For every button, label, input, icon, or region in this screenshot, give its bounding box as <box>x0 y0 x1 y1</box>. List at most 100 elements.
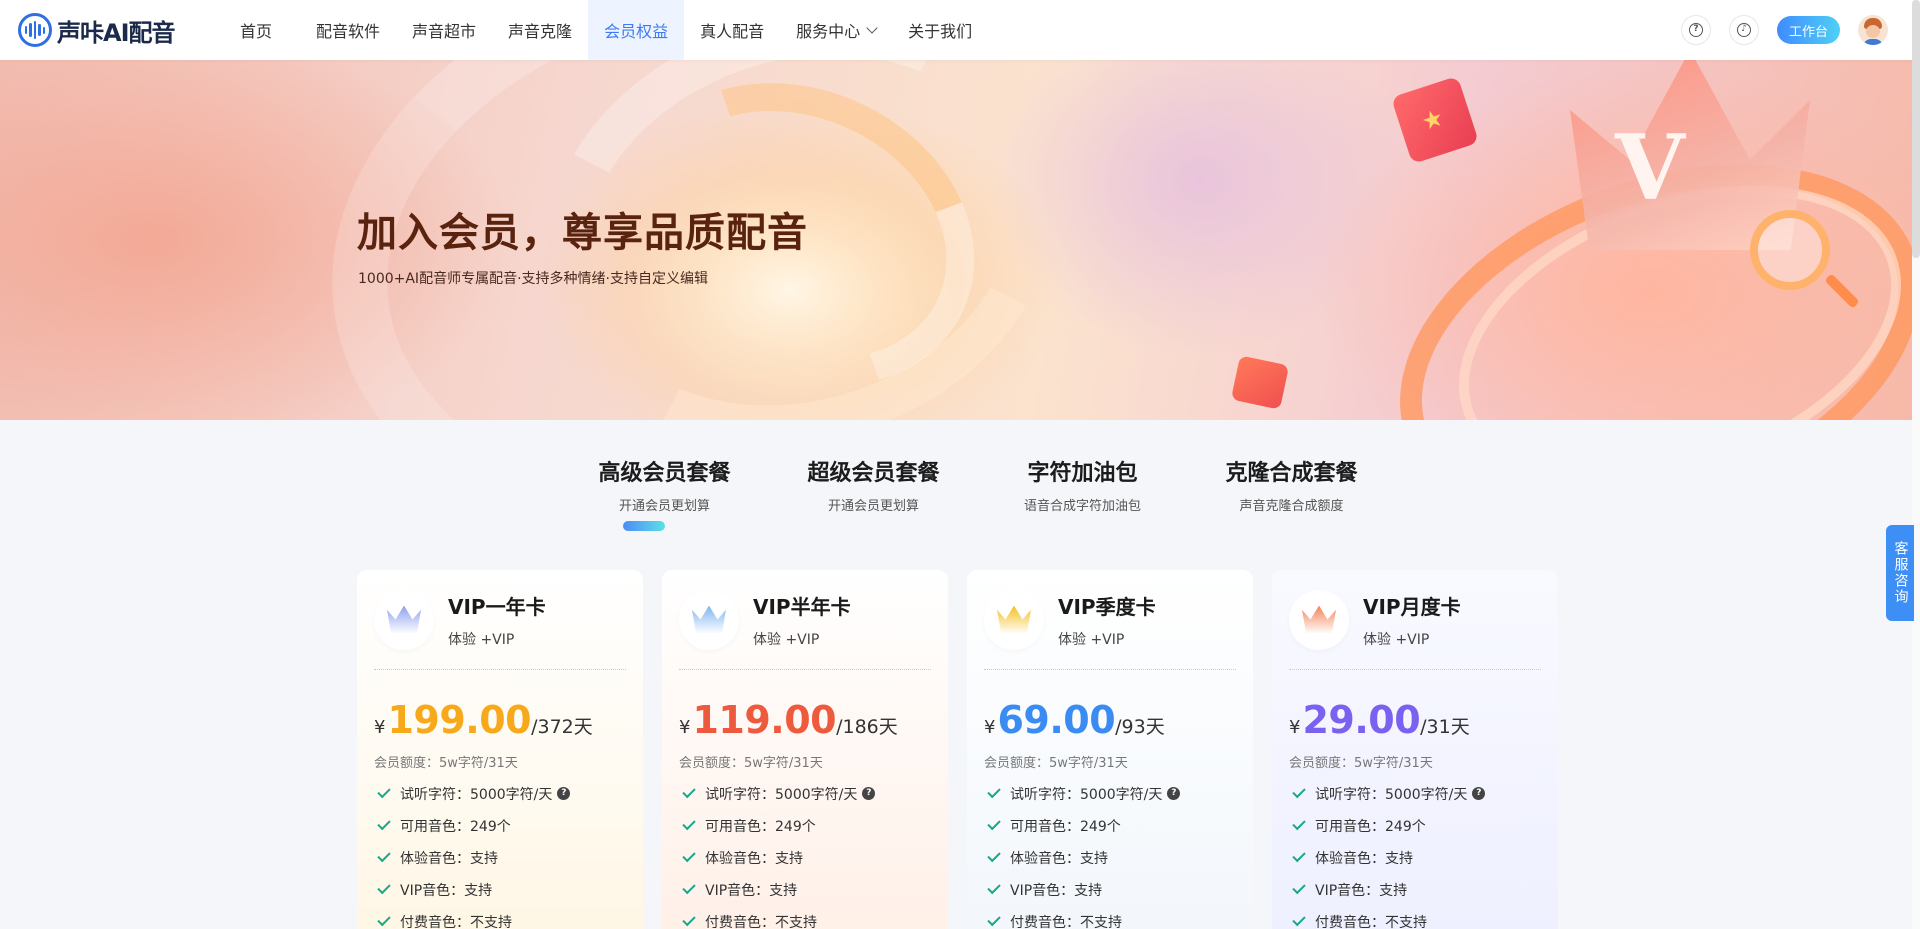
price-amount: 199.00 <box>387 698 532 742</box>
feature-item: 体验音色：支持 <box>374 848 626 867</box>
tab-title: 超级会员套餐 <box>807 461 940 486</box>
crown-icon <box>374 589 434 650</box>
hero-title: 加入会员，尊享品质配音 <box>357 210 808 256</box>
tab-clone-synthesis[interactable]: 克隆合成套餐 声音克隆合成额度 <box>1187 455 1396 514</box>
check-icon <box>377 816 391 831</box>
chevron-down-icon <box>866 22 878 34</box>
price-period: /31天 <box>1420 716 1470 738</box>
check-icon <box>987 912 1001 927</box>
nav-item-service-center[interactable]: 服务中心 <box>780 0 892 60</box>
nav-item-about-us[interactable]: 关于我们 <box>892 0 988 60</box>
check-icon <box>987 816 1001 831</box>
tab-subtitle: 开通会员更划算 <box>618 499 710 514</box>
service-label: 客服咨询 <box>1892 541 1909 605</box>
check-icon <box>1292 912 1306 927</box>
gift-box-icon <box>1230 355 1290 410</box>
question-icon: ? <box>1688 23 1703 37</box>
plan-card-vip-quarterly[interactable]: VIP季度卡 体验 +VIP ¥ 69.00 /93天 会员额度：5w字符/31… <box>967 570 1253 929</box>
feature-item: 可用音色：249个 <box>984 816 1236 835</box>
plan-card-vip-half-year[interactable]: VIP半年卡 体验 +VIP ¥ 119.00 /186天 会员额度：5w字符/… <box>662 570 948 929</box>
nav-item-voice-market[interactable]: 声音超市 <box>396 0 492 60</box>
feature-item: VIP音色：支持 <box>984 880 1236 899</box>
feature-label: 体验音色：支持 <box>705 850 803 867</box>
feature-label: 付费音色：不支持 <box>1010 914 1122 929</box>
plan-tabs: 高级会员套餐 开通会员更划算 超级会员套餐 开通会员更划算 字符加油包 语音合成… <box>560 455 1396 531</box>
feature-item: 体验音色：支持 <box>984 848 1236 867</box>
feature-item: VIP音色：支持 <box>374 880 626 899</box>
check-icon <box>1292 816 1306 831</box>
help-button[interactable]: ? <box>1680 15 1711 45</box>
plan-name: VIP月度卡 <box>1363 594 1461 619</box>
check-icon <box>1292 848 1306 863</box>
feature-item: 试听字符：5000字符/天? <box>679 784 931 803</box>
currency-symbol: ¥ <box>1289 717 1301 738</box>
price-period: /93天 <box>1115 716 1165 738</box>
price-period: /372天 <box>531 716 593 738</box>
nav-label: 关于我们 <box>908 22 973 41</box>
hero-v-illustration: V <box>1615 115 1685 221</box>
feature-label: 试听字符：5000字符/天 <box>705 786 858 803</box>
check-icon <box>682 848 696 863</box>
check-icon <box>682 784 696 799</box>
price-amount: 69.00 <box>997 698 1116 742</box>
customer-service-button[interactable]: 客服咨询 <box>1886 525 1914 621</box>
currency-symbol: ¥ <box>374 717 386 738</box>
plan-desc: 体验 +VIP <box>1363 631 1430 648</box>
scrollbar-thumb[interactable] <box>1912 0 1920 258</box>
feature-item: 付费音色：不支持 <box>374 912 626 929</box>
crown-shape <box>387 605 421 634</box>
price-row: ¥ 69.00 /93天 <box>984 698 1236 742</box>
currency-symbol: ¥ <box>984 717 996 738</box>
nav-item-membership[interactable]: 会员权益 <box>588 0 685 60</box>
question-icon[interactable]: ? <box>1472 787 1486 800</box>
douyin-button[interactable]: ♪ <box>1728 15 1759 45</box>
plan-name: VIP季度卡 <box>1058 594 1156 619</box>
question-icon[interactable]: ? <box>1167 787 1181 800</box>
nav-label: 声音克隆 <box>508 22 573 41</box>
feature-item: 付费音色：不支持 <box>1289 912 1541 929</box>
nav-item-home[interactable]: 首页 <box>224 0 290 60</box>
tab-subtitle: 声音克隆合成额度 <box>1239 499 1344 514</box>
plan-desc: 体验 +VIP <box>753 631 820 648</box>
feature-item: 试听字符：5000字符/天? <box>984 784 1236 803</box>
feature-item: VIP音色：支持 <box>679 880 931 899</box>
feature-label: 可用音色：249个 <box>400 818 511 835</box>
tab-title: 高级会员套餐 <box>598 461 731 486</box>
feature-label: VIP音色：支持 <box>705 882 798 899</box>
feature-item: 体验音色：支持 <box>1289 848 1541 867</box>
tab-title: 字符加油包 <box>1027 461 1138 486</box>
logo[interactable]: 声咔AI配音 <box>18 13 204 48</box>
nav-item-dubbing-software[interactable]: 配音软件 <box>300 0 396 60</box>
logo-text: 声咔AI配音 <box>57 18 176 47</box>
hero-banner: V 加入会员，尊享品质配音 1000+AI配音师专属配音·支持多种情绪·支持自定… <box>0 60 1920 420</box>
feature-label: VIP音色：支持 <box>400 882 493 899</box>
tiktok-icon: ♪ <box>1736 23 1751 37</box>
plan-card-vip-yearly[interactable]: VIP一年卡 体验 +VIP ¥ 199.00 /372天 会员额度：5w字符/… <box>357 570 643 929</box>
question-icon[interactable]: ? <box>557 787 571 800</box>
check-icon <box>377 784 391 799</box>
nav-label: 配音软件 <box>316 22 381 41</box>
feature-item: 体验音色：支持 <box>679 848 931 867</box>
feature-label: 可用音色：249个 <box>705 818 816 835</box>
tab-premium-member[interactable]: 高级会员套餐 开通会员更划算 <box>560 455 769 531</box>
question-icon[interactable]: ? <box>862 787 876 800</box>
avatar[interactable] <box>1858 15 1888 45</box>
hero-subtitle: 1000+AI配音师专属配音·支持多种情绪·支持自定义编辑 <box>358 271 708 287</box>
plan-quota: 会员额度：5w字符/31天 <box>1289 756 1433 771</box>
tab-super-member[interactable]: 超级会员套餐 开通会员更划算 <box>769 455 978 514</box>
workbench-button[interactable]: 工作台 <box>1776 16 1840 44</box>
plan-desc: 体验 +VIP <box>448 631 515 648</box>
check-icon <box>377 912 391 927</box>
feature-label: 可用音色：249个 <box>1010 818 1121 835</box>
nav-item-human-dubbing[interactable]: 真人配音 <box>684 0 780 60</box>
feature-item: 付费音色：不支持 <box>679 912 931 929</box>
price-row: ¥ 29.00 /31天 <box>1289 698 1541 742</box>
plan-card-header: VIP一年卡 体验 +VIP <box>374 570 626 670</box>
check-icon <box>1292 784 1306 799</box>
feature-label: 试听字符：5000字符/天 <box>1315 786 1468 803</box>
tab-character-pack[interactable]: 字符加油包 语音合成字符加油包 <box>978 455 1187 514</box>
crown-shape <box>692 605 726 634</box>
nav-item-voice-clone[interactable]: 声音克隆 <box>492 0 588 60</box>
plan-card-vip-monthly[interactable]: VIP月度卡 体验 +VIP ¥ 29.00 /31天 会员额度：5w字符/31… <box>1272 570 1558 929</box>
plan-card-header: VIP月度卡 体验 +VIP <box>1289 570 1541 670</box>
